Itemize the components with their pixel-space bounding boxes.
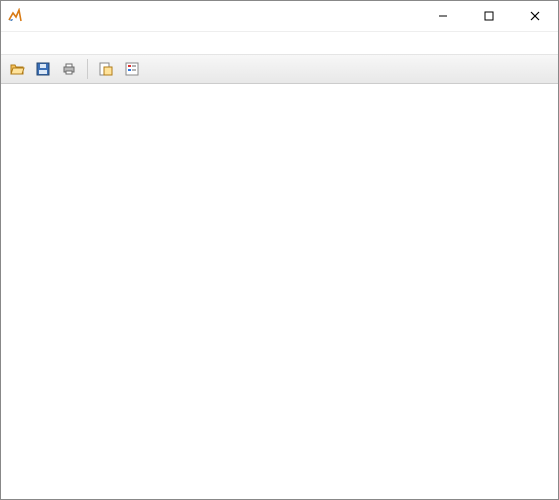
matlab-icon	[7, 8, 23, 24]
datacursor-button[interactable]	[94, 57, 118, 81]
menu-file[interactable]	[7, 41, 19, 45]
open-button[interactable]	[5, 57, 29, 81]
save-button[interactable]	[31, 57, 55, 81]
minimize-button[interactable]	[420, 1, 466, 31]
figure-window	[0, 0, 559, 500]
toolbar	[1, 55, 558, 84]
maximize-button[interactable]	[466, 1, 512, 31]
close-button[interactable]	[512, 1, 558, 31]
print-button[interactable]	[57, 57, 81, 81]
legend-button[interactable]	[120, 57, 144, 81]
axes-3d[interactable]	[1, 84, 558, 499]
surface-plot	[1, 84, 558, 499]
toolbar-separator	[87, 59, 88, 79]
menu-bar	[1, 32, 558, 55]
title-bar	[1, 1, 558, 32]
